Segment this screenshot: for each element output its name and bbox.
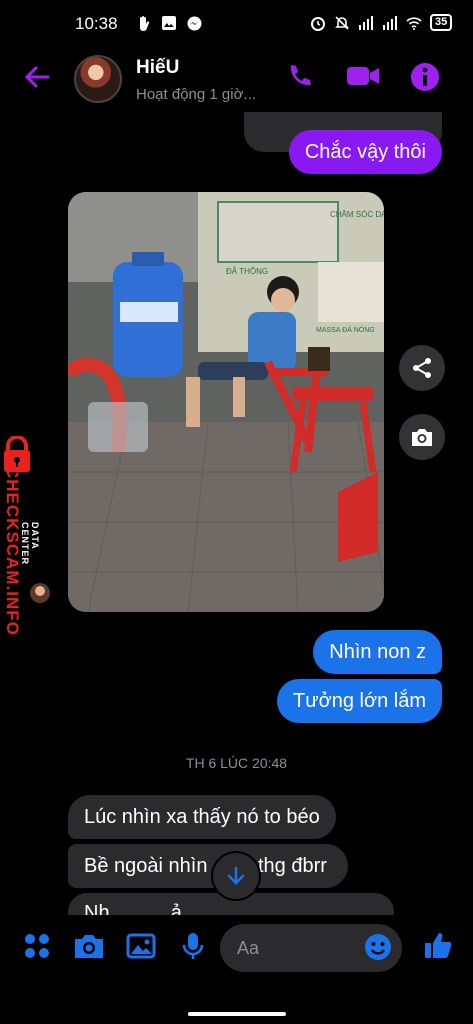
video-call-button[interactable] xyxy=(346,61,380,95)
video-camera-icon xyxy=(347,67,379,85)
avatar[interactable] xyxy=(74,55,122,103)
back-arrow-icon[interactable] xyxy=(22,62,52,92)
notification-icons xyxy=(136,15,202,31)
save-photo-button[interactable] xyxy=(399,414,445,460)
gallery-button[interactable] xyxy=(126,931,158,963)
grid-dots-icon xyxy=(25,934,49,958)
signboard-text-1: CHĂM SÓC DA xyxy=(330,210,384,219)
message-incoming[interactable]: Lúc nhìn xa thấy nó to béo xyxy=(68,795,336,839)
call-button[interactable] xyxy=(284,61,318,95)
thumbs-up-icon xyxy=(425,933,452,958)
emoji-button[interactable] xyxy=(364,933,392,961)
status-time: 10:38 xyxy=(75,14,118,33)
battery-icon: 35 xyxy=(430,14,453,31)
home-indicator xyxy=(188,1012,286,1016)
watermark-line2: CHECKSCAM.INFO xyxy=(3,466,22,636)
image-icon xyxy=(126,933,156,959)
watermark-line1: DATA CENTER xyxy=(20,522,40,566)
message-outgoing[interactable]: Chắc vậy thôi xyxy=(288,130,442,174)
shared-photo[interactable]: CHĂM SÓC DA ĐÃ THÔNG MASSA ĐÁ NÓNG xyxy=(68,192,384,612)
info-button[interactable] xyxy=(409,61,443,95)
microphone-icon xyxy=(182,933,204,959)
scroll-down-button[interactable] xyxy=(213,853,259,899)
system-icons: 35 xyxy=(310,14,453,31)
mute-icon xyxy=(334,15,350,31)
message-input-placeholder: Aa xyxy=(237,938,260,958)
more-actions-button[interactable] xyxy=(22,931,54,963)
camera-icon xyxy=(412,429,432,446)
message-outgoing[interactable]: Nhìn non z xyxy=(313,630,442,674)
camera-button[interactable] xyxy=(73,931,105,963)
share-icon xyxy=(413,358,431,378)
message-timestamp: TH 6 LÚC 20:48 xyxy=(185,755,288,771)
signal2-icon xyxy=(382,15,398,31)
message-text-tail: thg đbrr xyxy=(258,855,327,877)
message-incoming[interactable]: Bề ngoài nhìn thg đbrr xyxy=(68,844,348,888)
photo-image: CHĂM SÓC DA ĐÃ THÔNG MASSA ĐÁ NÓNG xyxy=(68,192,384,612)
hand-icon xyxy=(136,15,152,31)
messenger-icon xyxy=(186,15,202,31)
arrow-down-icon xyxy=(227,866,245,885)
like-button[interactable] xyxy=(423,931,455,963)
gallery-icon xyxy=(161,15,177,31)
emoji-icon xyxy=(365,934,391,960)
camera-icon xyxy=(75,935,103,958)
phone-icon xyxy=(290,65,311,86)
message-text: Bề ngoài nhìn xyxy=(84,855,208,877)
signboard-text-3: MASSA ĐÁ NÓNG xyxy=(316,325,375,334)
alarm-icon xyxy=(310,15,326,31)
contact-status: Hoạt động 1 giờ... xyxy=(136,86,256,103)
info-icon xyxy=(411,63,439,91)
signal-icon xyxy=(358,15,374,31)
watermark: DATA CENTER CHECKSCAM.INFO xyxy=(2,435,52,666)
signboard-text-2: ĐÃ THÔNG xyxy=(226,267,268,276)
voice-button[interactable] xyxy=(178,931,210,963)
wifi-icon xyxy=(406,15,422,31)
share-button[interactable] xyxy=(399,345,445,391)
contact-name[interactable]: HiếU xyxy=(136,57,179,79)
message-outgoing[interactable]: Tưởng lớn lắm xyxy=(277,679,442,723)
